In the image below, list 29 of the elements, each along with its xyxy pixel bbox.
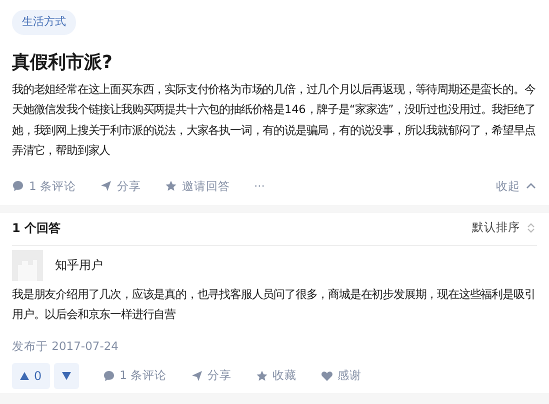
triangle-down-icon bbox=[62, 372, 71, 380]
send-icon bbox=[190, 370, 203, 382]
comment-icon bbox=[102, 370, 115, 382]
star-icon bbox=[164, 180, 177, 192]
thanks-button[interactable]: 感谢 bbox=[320, 367, 362, 385]
comment-button[interactable]: 1 条评论 bbox=[12, 178, 76, 195]
sort-button[interactable]: 默认排序 bbox=[472, 219, 537, 236]
comment-button[interactable]: 1 条评论 bbox=[102, 367, 167, 385]
favorite-button[interactable]: 收藏 bbox=[256, 367, 297, 385]
answer-body: 我是朋友介绍用了几次，应该是真的，也寻找客服人员问了很多，商城是在初步发展期，现在这些福利是吸引用户。以后会和京东一样进行自营 bbox=[12, 286, 536, 324]
answer-count: 1 个回答 bbox=[12, 220, 61, 237]
sort-icon bbox=[525, 222, 537, 234]
comment-icon bbox=[12, 180, 24, 192]
upvote-button[interactable]: 0 bbox=[12, 363, 50, 389]
send-icon bbox=[100, 180, 112, 192]
question-body: 我的老姐经常在这上面买东西，实际支付价格为市场的几倍，过几个月以后再返现，等待周期还是蛮长的。今天她微信发我个链接让我购买两提共十六包的抽纸价格是146，牌子是“家家选”，没听过也没用过。我拒绝了她，我到网上搜关于利市派的说法，大家各执一词，有的说是骗局，有的说没事，所以我就郁闷了，希望早点弄清它，帮助到家人 bbox=[12, 82, 536, 159]
more-button[interactable]: ··· bbox=[254, 178, 265, 195]
downvote-button[interactable] bbox=[54, 363, 79, 389]
heart-icon bbox=[320, 370, 333, 382]
publish-date: 发布于 2017-07-24 bbox=[12, 338, 120, 355]
author-name[interactable]: 知乎用户 bbox=[55, 256, 103, 274]
collapse-button[interactable]: 收起 bbox=[496, 178, 537, 195]
invite-button[interactable]: 邀请回答 bbox=[164, 178, 230, 195]
topic-tag[interactable]: 生活方式 bbox=[12, 10, 76, 34]
share-button[interactable]: 分享 bbox=[100, 178, 141, 195]
triangle-up-icon bbox=[20, 372, 29, 380]
question-title: 真假利市派? bbox=[12, 50, 114, 74]
star-icon bbox=[256, 370, 268, 382]
share-button[interactable]: 分享 bbox=[190, 367, 232, 385]
